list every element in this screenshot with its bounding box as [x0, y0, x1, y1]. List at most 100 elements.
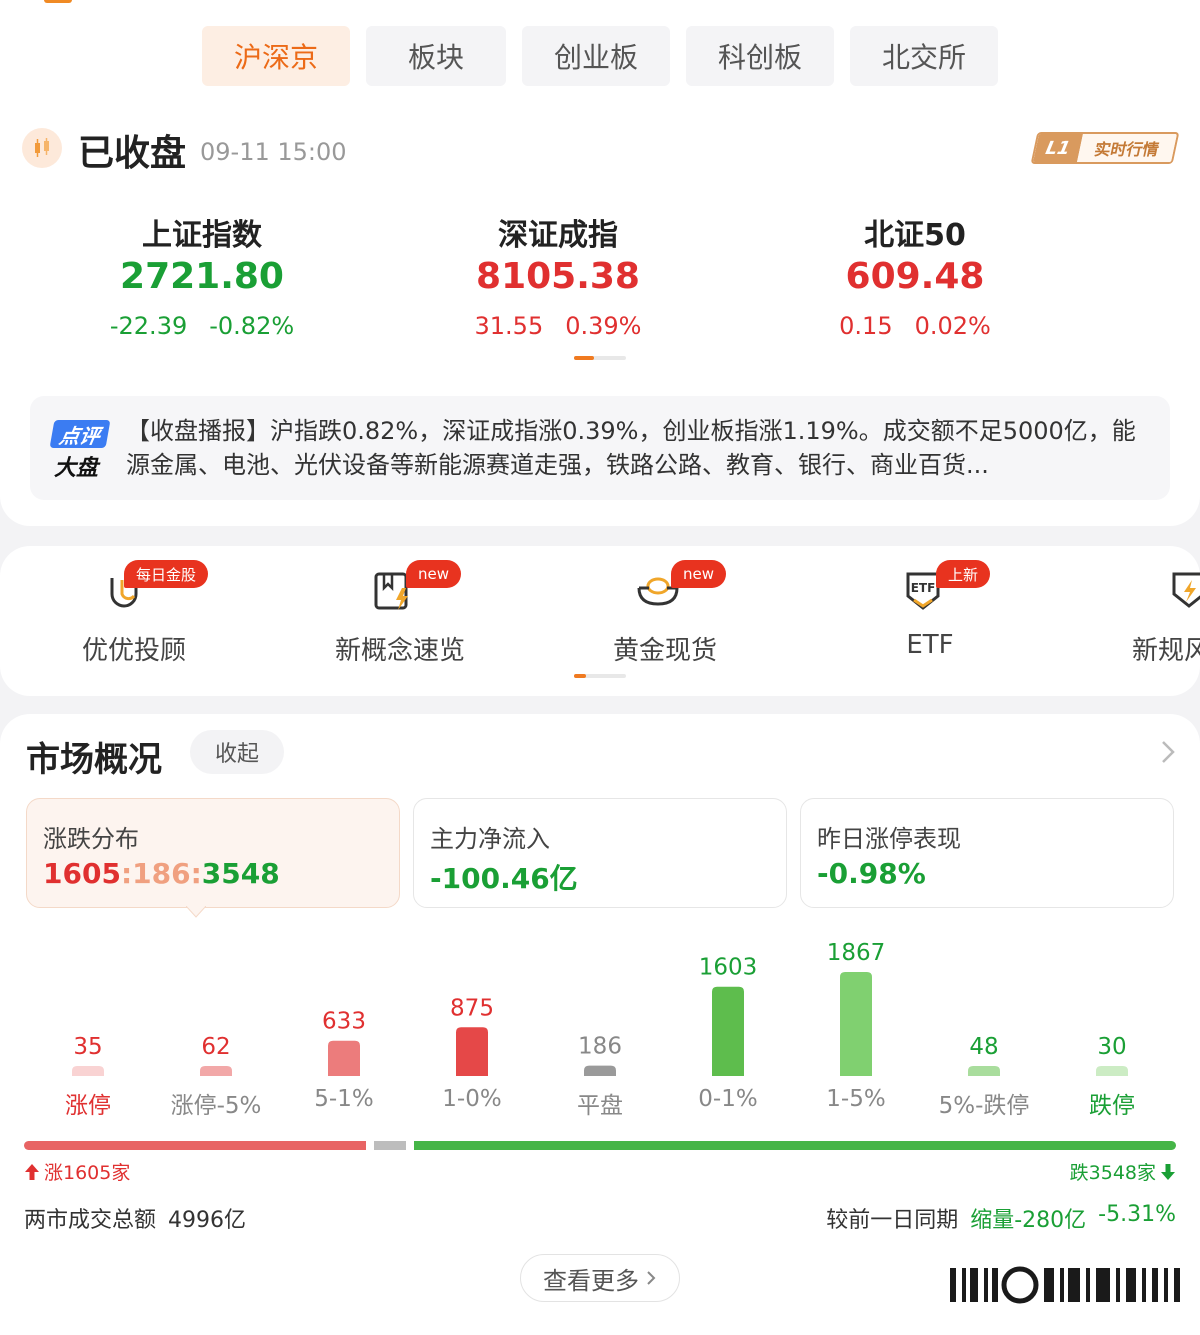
quick-entry-label: 新规风 — [1132, 636, 1200, 666]
distribution-bar — [456, 1027, 488, 1076]
distribution-bar — [840, 972, 872, 1076]
tab-bse[interactable]: 北交所 — [850, 26, 998, 86]
distribution-value: 633 — [322, 1009, 366, 1035]
view-more-button[interactable]: 查看更多 — [520, 1254, 680, 1302]
chevron-right-icon — [647, 1271, 656, 1285]
rise-fall-distribution-box[interactable]: 涨跌分布 1605:186:3548 — [26, 798, 400, 908]
index-value: 609.48 — [845, 256, 985, 297]
market-commentary[interactable]: 点评 大盘 【收盘播报】沪指跌0.82%，深证成指涨0.39%，创业板指涨1.1… — [30, 396, 1170, 500]
box-label: 涨跌分布 — [43, 825, 139, 853]
arrow-down-icon — [1161, 1163, 1175, 1180]
quick-entry-page-indicator — [574, 674, 626, 678]
quick-entry-gold-spot[interactable]: new 黄金现货 — [555, 560, 775, 670]
chevron-right-icon[interactable] — [1158, 740, 1178, 764]
distribution-value: 1867 — [827, 940, 886, 966]
index-value: 8105.38 — [476, 256, 640, 297]
svg-text:ETF: ETF — [911, 581, 936, 595]
breadth-bar-flat — [374, 1141, 407, 1150]
tab-hushenjing[interactable]: 沪深京 — [202, 26, 350, 86]
market-status-time: 09-11 15:00 — [200, 138, 347, 166]
index-page-indicator — [574, 356, 626, 360]
tab-chinext[interactable]: 创业板 — [522, 26, 670, 86]
turnover-compare: 较前一日同期 缩量-280亿 -5.31% — [826, 1202, 1176, 1234]
quick-entry-label: ETF — [906, 630, 954, 660]
distribution-category-label: 1-0% — [442, 1086, 502, 1112]
index-change: 0.15 — [839, 312, 893, 340]
distribution-bar — [328, 1040, 360, 1076]
distribution-value: 186 — [578, 1034, 622, 1060]
index-change-pct: 0.02% — [914, 312, 991, 340]
candlestick-icon — [22, 128, 62, 168]
tab-sector[interactable]: 板块 — [366, 26, 506, 86]
distribution-value: 875 — [450, 995, 494, 1021]
quick-entry-label: 新概念速览 — [334, 636, 465, 666]
index-change: -22.39 — [109, 312, 188, 340]
distribution-category-label: 涨停 — [65, 1093, 111, 1119]
box-label: 主力净流入 — [430, 825, 550, 853]
turnover-label: 两市成交总额 — [24, 1208, 157, 1233]
distribution-bar — [72, 1066, 104, 1076]
rise-fall-distribution-chart: 35 62 633 875 186 1603 1867 48 30 — [72, 940, 1128, 1076]
index-card-shenzhen[interactable]: 深证成指 8105.38 31.55 0.39% — [398, 210, 718, 340]
l1-level-label: L1 — [1033, 134, 1083, 162]
breadth-bar-down — [414, 1141, 1176, 1150]
main-net-inflow-box[interactable]: 主力净流入 -100.46亿 — [413, 798, 787, 908]
distribution-bar — [712, 986, 744, 1076]
realtime-quote-badge[interactable]: L1 实时行情 — [1030, 132, 1180, 164]
compare-value: 缩量-280亿 — [970, 1208, 1087, 1233]
commentary-text: 【收盘播报】沪指跌0.82%，深证成指涨0.39%，创业板指涨1.19%。成交额… — [126, 417, 1136, 479]
collapse-button[interactable]: 收起 — [190, 730, 284, 774]
tab-star-market[interactable]: 科创板 — [686, 26, 834, 86]
distribution-value: 1603 — [699, 955, 758, 981]
market-status-title: 已收盘 — [78, 133, 187, 174]
total-turnover: 两市成交总额 4996亿 — [24, 1202, 246, 1234]
quick-entry-badge: new — [671, 560, 727, 588]
distribution-category-label: 5-1% — [314, 1086, 374, 1112]
index-name: 上证指数 — [142, 218, 262, 253]
distribution-category-label: 5%-跌停 — [938, 1093, 1030, 1119]
distribution-category-label: 0-1% — [698, 1086, 758, 1112]
index-card-bse50[interactable]: 北证50 609.48 0.15 0.02% — [755, 210, 1075, 340]
quick-entry-label: 优优投顾 — [81, 636, 186, 666]
quick-entry-badge: 每日金股 — [124, 560, 209, 588]
limit-up-performance-value: -0.98% — [817, 857, 926, 890]
compare-label: 较前一日同期 — [826, 1208, 959, 1233]
distribution-category-label: 平盘 — [577, 1093, 623, 1119]
distribution-value: 35 — [73, 1034, 102, 1060]
turnover-value: 4996亿 — [168, 1208, 247, 1233]
distribution-bar — [200, 1066, 232, 1076]
arrow-up-icon — [25, 1163, 39, 1180]
distribution-bar — [968, 1066, 1000, 1076]
index-name: 北证50 — [864, 218, 966, 253]
rise-fall-ratio: 1605:186:3548 — [43, 857, 280, 890]
distribution-category-label: 跌停 — [1089, 1093, 1135, 1119]
market-overview-title: 市场概况 — [26, 740, 162, 780]
quick-entry-new-rules[interactable]: 新规风 — [1086, 560, 1200, 670]
quick-entry-label: 黄金现货 — [612, 636, 717, 666]
quick-entry-badge: new — [406, 560, 462, 588]
up-count: 涨1605家 — [24, 1158, 130, 1185]
distribution-bar — [1096, 1066, 1128, 1076]
main-net-inflow-value: -100.46亿 — [430, 862, 578, 895]
top-indicator — [44, 0, 72, 3]
quick-entry-new-concept[interactable]: new 新概念速览 — [290, 560, 510, 670]
distribution-bar — [584, 1065, 616, 1076]
quick-entry-advisor[interactable]: 每日金股 优优投顾 — [24, 560, 244, 670]
commentary-logo: 点评 大盘 — [49, 420, 111, 481]
distribution-value: 30 — [1097, 1034, 1126, 1060]
index-name: 深证成指 — [498, 218, 618, 253]
selection-pointer — [186, 906, 206, 918]
compare-pct: -5.31% — [1098, 1202, 1176, 1227]
down-count: 跌3548家 — [1070, 1158, 1176, 1185]
distribution-value: 62 — [201, 1034, 230, 1060]
index-change-pct: -0.82% — [209, 312, 295, 340]
box-label: 昨日涨停表现 — [817, 825, 961, 853]
index-card-shanghai[interactable]: 上证指数 2721.80 -22.39 -0.82% — [42, 210, 362, 340]
index-change: 31.55 — [474, 312, 544, 340]
watermark-barcode — [950, 1266, 1180, 1304]
quick-entry-etf[interactable]: ETF 上新 ETF — [820, 560, 1040, 670]
index-value: 2721.80 — [120, 256, 284, 297]
realtime-label: 实时行情 — [1077, 134, 1177, 162]
distribution-category-label: 涨停-5% — [170, 1093, 262, 1119]
limit-up-performance-box[interactable]: 昨日涨停表现 -0.98% — [800, 798, 1174, 908]
